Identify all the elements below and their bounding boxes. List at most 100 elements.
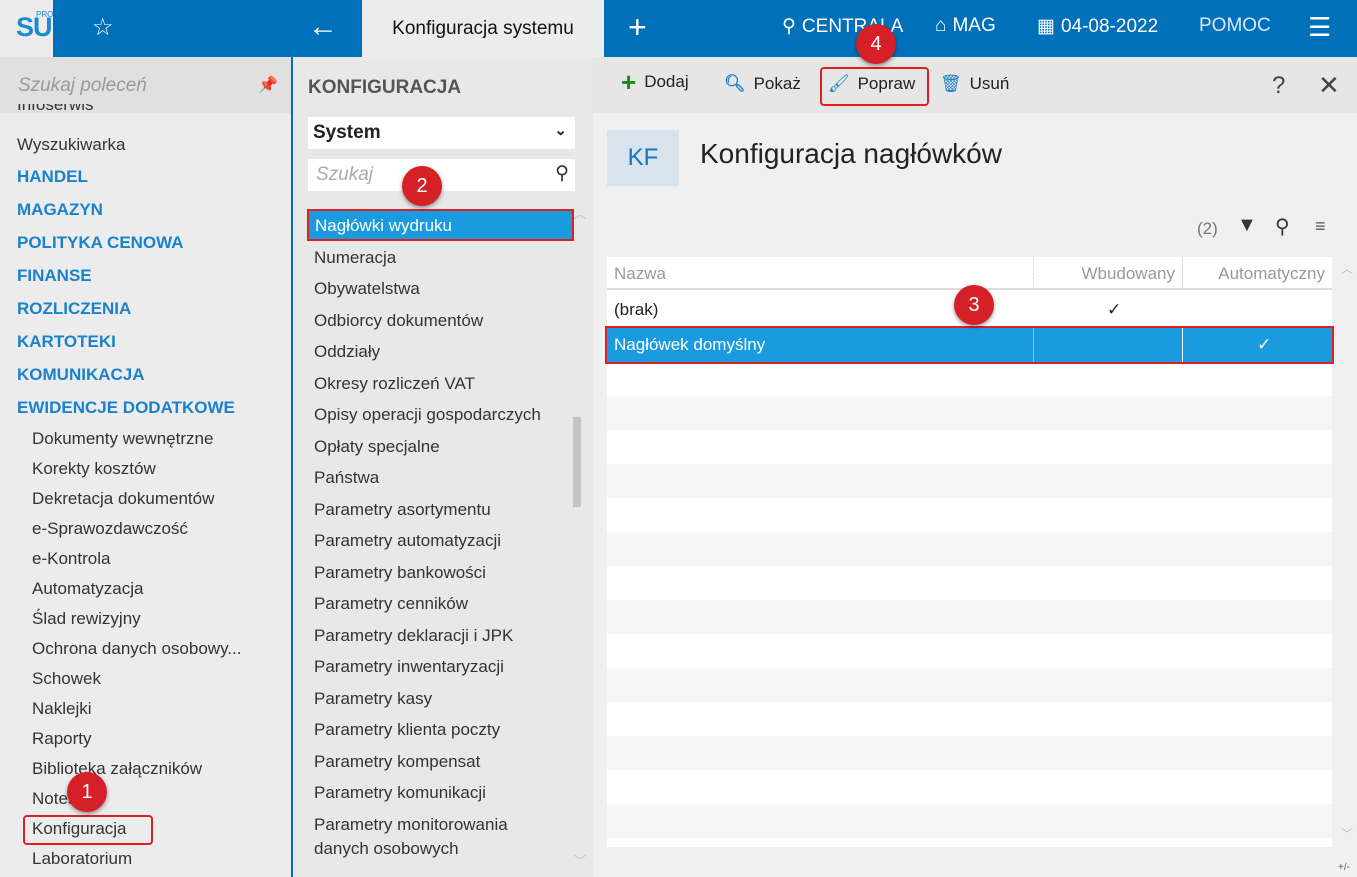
- search-placeholder: Szukaj: [316, 164, 374, 185]
- highlight-box: [820, 67, 929, 106]
- cell-name: (brak): [614, 300, 659, 319]
- column-header-wbudowany[interactable]: Wbudowany: [1034, 257, 1183, 290]
- checkmark-icon: ✓: [1257, 335, 1272, 354]
- date-selector[interactable]: ▦ 04-08-2022: [1037, 15, 1158, 38]
- back-arrow-icon[interactable]: ←: [308, 10, 338, 44]
- sidebar-subitem[interactable]: Naklejki: [32, 699, 92, 719]
- pin-icon[interactable]: 📌: [258, 75, 278, 95]
- empty-row: [607, 532, 1332, 566]
- add-button[interactable]: + Dodaj: [621, 67, 689, 97]
- module-badge: KF: [607, 130, 679, 186]
- annotation-badge: 2: [402, 166, 442, 206]
- star-icon[interactable]: ☆: [92, 13, 114, 42]
- scroll-up-icon[interactable]: ︿: [574, 205, 586, 222]
- date-label: 04-08-2022: [1060, 15, 1159, 37]
- expand-collapse-toggle[interactable]: +/-: [1338, 862, 1350, 873]
- show-button[interactable]: 🔍︎ Pokaż: [724, 74, 801, 94]
- sidebar-subitem[interactable]: Biblioteka załączników: [32, 759, 202, 779]
- sidebar-item-infoserwis[interactable]: Infoserwis: [17, 104, 94, 114]
- config-item[interactable]: Oddziały: [314, 342, 380, 362]
- close-icon[interactable]: ✕: [1318, 70, 1340, 101]
- column-header-automatyczny[interactable]: Automatyczny: [1183, 257, 1332, 290]
- config-item[interactable]: Odbiorcy dokumentów: [314, 311, 483, 331]
- magnifier-icon: 🔍︎: [724, 74, 746, 93]
- building-icon: ⌂: [935, 15, 947, 36]
- sidebar: Szukaj poleceń 📌 Infoserwis Wyszukiwarka …: [0, 57, 291, 877]
- sidebar-subitem[interactable]: Schowek: [32, 669, 101, 689]
- config-item[interactable]: Parametry deklaracji i JPK: [314, 626, 513, 646]
- config-item[interactable]: Parametry bankowości: [314, 563, 486, 583]
- sidebar-section[interactable]: POLITYKA CENOWA: [17, 233, 184, 253]
- sidebar-subitem[interactable]: Ślad rewizyjny: [32, 609, 141, 629]
- scrollbar-thumb[interactable]: [573, 417, 581, 507]
- sidebar-subitem[interactable]: Korekty kosztów: [32, 459, 156, 479]
- sidebar-subitem[interactable]: Dekretacja dokumentów: [32, 489, 214, 509]
- cell-divider: [1033, 328, 1034, 362]
- config-item[interactable]: Opisy operacji gospodarczych: [314, 405, 541, 425]
- annotation-badge: 4: [856, 24, 896, 64]
- category-select[interactable]: System ⌄: [308, 117, 575, 149]
- table-row-selected[interactable]: Nagłówek domyślny ✓: [605, 326, 1334, 364]
- search-icon[interactable]: ⚲: [555, 162, 569, 185]
- config-item[interactable]: Obywatelstwa: [314, 279, 420, 299]
- hamburger-menu-icon[interactable]: ☰: [1308, 12, 1331, 43]
- config-item[interactable]: Numeracja: [314, 248, 396, 268]
- sidebar-subitem[interactable]: e-Sprawozdawczość: [32, 519, 188, 539]
- sidebar-subitem[interactable]: e-Kontrola: [32, 549, 110, 569]
- config-item[interactable]: Parametry automatyzacji: [314, 531, 501, 551]
- config-item[interactable]: Parametry asortymentu: [314, 500, 491, 520]
- config-item[interactable]: Parametry inwentaryzacji: [314, 657, 504, 677]
- plus-icon: +: [621, 67, 637, 97]
- help-button[interactable]: ?: [1272, 72, 1285, 100]
- sidebar-subitem[interactable]: Ochrona danych osobowy...: [32, 639, 241, 659]
- tab-konfiguracja-systemu[interactable]: Konfiguracja systemu: [362, 0, 604, 57]
- select-value: System: [313, 122, 381, 143]
- config-item[interactable]: Parametry cenników: [314, 594, 468, 614]
- search-icon[interactable]: ⚲: [1275, 214, 1290, 239]
- config-item[interactable]: Okresy rozliczeń VAT: [314, 374, 475, 394]
- sidebar-section[interactable]: FINANSE: [17, 266, 92, 286]
- list-menu-icon[interactable]: ≡: [1315, 216, 1326, 237]
- sidebar-section[interactable]: ROZLICZENIA: [17, 299, 131, 319]
- warehouse-selector[interactable]: ⌂ MAG: [935, 15, 996, 37]
- config-item[interactable]: Parametry kompensat: [314, 752, 480, 772]
- annotation-badge: 3: [954, 285, 994, 325]
- scroll-down-icon[interactable]: ﹀: [574, 852, 586, 869]
- sidebar-section[interactable]: KARTOTEKI: [17, 332, 116, 352]
- chevron-down-icon: ⌄: [554, 122, 567, 139]
- config-panel: KONFIGURACJA System ⌄ Szukaj ⚲ Nagłówki wy…: [293, 57, 593, 877]
- config-item[interactable]: Parametry komunikacji: [314, 783, 486, 803]
- config-item[interactable]: Parametry klienta poczty: [314, 720, 500, 740]
- sidebar-section[interactable]: KOMUNIKACJA: [17, 365, 145, 385]
- calendar-icon: ▦: [1037, 16, 1055, 37]
- logo-sup: PRO: [36, 10, 54, 19]
- config-item[interactable]: Państwa: [314, 468, 379, 488]
- config-item[interactable]: danych osobowych: [314, 839, 459, 859]
- config-item[interactable]: Opłaty specjalne: [314, 437, 440, 457]
- page-title: Konfiguracja nagłówków: [700, 138, 1002, 169]
- sidebar-subitem[interactable]: Automatyzacja: [32, 579, 144, 599]
- sidebar-section[interactable]: EWIDENCJE DODATKOWE: [17, 398, 235, 418]
- sidebar-section[interactable]: HANDEL: [17, 167, 88, 187]
- sidebar-section[interactable]: MAGAZYN: [17, 200, 103, 220]
- filter-icon[interactable]: ▼: [1237, 214, 1257, 237]
- sidebar-subitem[interactable]: Laboratorium: [32, 849, 132, 869]
- config-item[interactable]: Parametry monitorowania: [314, 815, 508, 835]
- empty-row: [607, 736, 1332, 770]
- show-label: Pokaż: [753, 74, 801, 93]
- new-tab-plus-icon[interactable]: +: [628, 9, 647, 46]
- config-item-naglowki-wydruku[interactable]: Nagłówki wydruku: [307, 209, 574, 241]
- search-placeholder: Szukaj poleceń: [18, 75, 147, 96]
- scroll-down-icon[interactable]: ﹀: [1341, 825, 1353, 842]
- sidebar-subitem[interactable]: Dokumenty wewnętrzne: [32, 429, 213, 449]
- scroll-up-icon[interactable]: ︿: [1341, 260, 1353, 277]
- panel-title: KONFIGURACJA: [308, 77, 462, 98]
- delete-button[interactable]: 🗑︎ Usuń: [940, 74, 1009, 94]
- sidebar-item-wyszukiwarka[interactable]: Wyszukiwarka: [17, 135, 125, 155]
- highlight-box: [23, 815, 153, 845]
- help-link[interactable]: POMOC: [1199, 15, 1271, 37]
- delete-label: Usuń: [969, 74, 1010, 93]
- sidebar-subitem[interactable]: Raporty: [32, 729, 92, 749]
- empty-row: [607, 600, 1332, 634]
- config-item[interactable]: Parametry kasy: [314, 689, 432, 709]
